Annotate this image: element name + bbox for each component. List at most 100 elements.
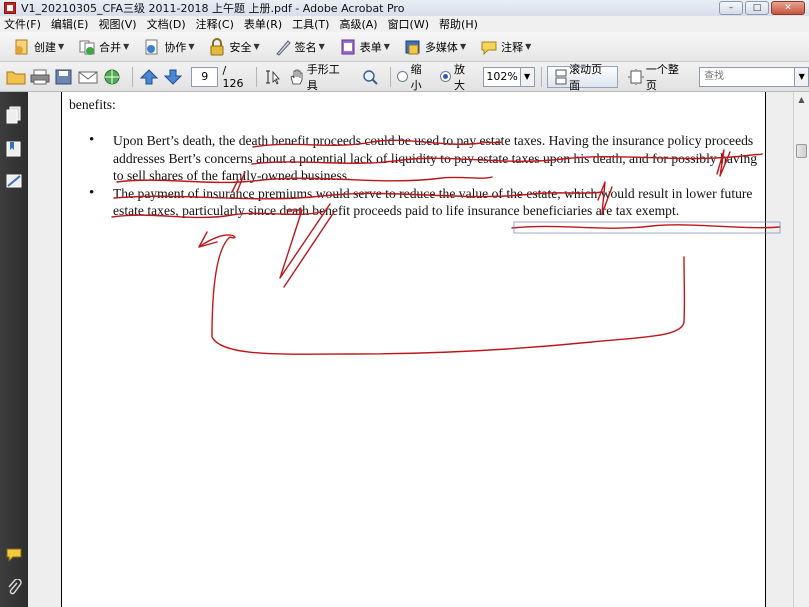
title-bar: V1_20210305_CFA三级 2011-2018 上午题 上册.pdf -… bbox=[0, 0, 809, 16]
chevron-down-icon: ▼ bbox=[318, 42, 325, 51]
left-page-gutter bbox=[28, 92, 62, 607]
close-button[interactable]: ✕ bbox=[771, 1, 805, 15]
collaborate-icon bbox=[143, 38, 161, 56]
multimedia-button[interactable]: 多媒体 ▼ bbox=[399, 35, 471, 59]
acrobat-app-icon bbox=[4, 2, 16, 14]
collaborate-button[interactable]: 协作 ▼ bbox=[138, 35, 199, 59]
save-button[interactable] bbox=[54, 65, 74, 89]
zoom-tool-icon bbox=[360, 68, 380, 86]
open-button[interactable] bbox=[6, 65, 26, 89]
menu-forms[interactable]: 表单(R) bbox=[244, 16, 282, 32]
fit-page-icon bbox=[626, 68, 646, 86]
bullet-item: The payment of insurance premiums would … bbox=[84, 185, 760, 220]
page-number-input[interactable]: 9 bbox=[190, 66, 219, 87]
signatures-panel-icon[interactable] bbox=[6, 172, 22, 190]
globe-icon bbox=[102, 68, 122, 86]
email-button[interactable] bbox=[78, 65, 98, 89]
menu-tools[interactable]: 工具(T) bbox=[292, 16, 329, 32]
zoom-in-radio[interactable] bbox=[440, 71, 451, 82]
comment-icon bbox=[480, 38, 498, 56]
toolbar-separator bbox=[256, 66, 258, 87]
navigation-pane bbox=[0, 92, 28, 607]
security-button[interactable]: 安全 ▼ bbox=[203, 35, 264, 59]
multimedia-icon bbox=[404, 38, 422, 56]
toolbar-separator bbox=[540, 66, 542, 87]
navigation-toolbar: 9 / 126 手形工具 缩小 放大 102% ▼ 滚动页面 一个整页 查找 ▼ bbox=[0, 62, 809, 92]
menu-file[interactable]: 文件(F) bbox=[4, 16, 41, 32]
bullet-item: Upon Bert’s death, the death benefit pro… bbox=[84, 132, 760, 185]
chevron-down-icon: ▼ bbox=[525, 42, 532, 51]
search-input[interactable]: 查找 bbox=[699, 66, 796, 87]
floppy-disk-icon bbox=[54, 68, 74, 86]
vertical-scrollbar[interactable]: ▲ bbox=[793, 92, 809, 607]
combine-icon bbox=[78, 38, 96, 56]
combine-button[interactable]: 合并 ▼ bbox=[73, 35, 134, 59]
share-button[interactable] bbox=[102, 65, 122, 89]
print-button[interactable] bbox=[30, 65, 50, 89]
minimize-button[interactable]: – bbox=[719, 1, 743, 15]
zoom-out-radio[interactable] bbox=[396, 71, 408, 82]
chevron-down-icon: ▼ bbox=[188, 42, 195, 51]
bullet-list: Upon Bert’s death, the death benefit pro… bbox=[84, 132, 760, 220]
envelope-icon bbox=[78, 68, 98, 86]
chevron-down-icon: ▼ bbox=[123, 42, 130, 51]
menu-window[interactable]: 窗口(W) bbox=[388, 16, 429, 32]
zoom-dropdown-button[interactable]: ▼ bbox=[520, 66, 535, 87]
zoom-level-input[interactable]: 102% bbox=[483, 66, 521, 87]
paragraph-text: benefits: bbox=[69, 97, 116, 112]
toolbar-separator bbox=[132, 66, 133, 87]
hand-tool-button[interactable]: 手形工具 bbox=[287, 63, 350, 92]
document-page[interactable]: benefits: Upon Bert’s death, the death b… bbox=[62, 92, 765, 607]
create-icon bbox=[13, 38, 31, 56]
chevron-down-icon: ▼ bbox=[459, 42, 467, 51]
next-page-button[interactable] bbox=[163, 65, 183, 89]
menu-edit[interactable]: 编辑(E) bbox=[51, 16, 89, 32]
window-title: V1_20210305_CFA三级 2011-2018 上午题 上册.pdf -… bbox=[21, 2, 405, 15]
hand-icon bbox=[287, 68, 307, 86]
scrollbar-thumb[interactable] bbox=[796, 144, 807, 158]
zoom-in-option[interactable]: 放大 bbox=[440, 63, 475, 92]
select-tool-button[interactable] bbox=[263, 65, 283, 89]
single-page-button[interactable]: 一个整页 bbox=[626, 63, 689, 92]
pen-icon bbox=[274, 38, 292, 56]
lock-icon bbox=[208, 37, 226, 56]
form-icon bbox=[339, 38, 357, 56]
menu-bar: 文件(F) 编辑(E) 视图(V) 文档(D) 注释(C) 表单(R) 工具(T… bbox=[0, 16, 809, 32]
chevron-down-icon: ▼ bbox=[524, 71, 531, 81]
comments-panel-icon[interactable] bbox=[6, 546, 22, 564]
menu-help[interactable]: 帮助(H) bbox=[439, 16, 478, 32]
right-page-gutter bbox=[765, 92, 793, 607]
search-dropdown-button[interactable]: ▼ bbox=[795, 66, 809, 87]
folder-icon bbox=[6, 68, 26, 86]
chevron-down-icon: ▼ bbox=[383, 42, 390, 51]
printer-icon bbox=[30, 68, 50, 86]
window-controls: – □ ✕ bbox=[719, 1, 805, 15]
menu-advanced[interactable]: 高级(A) bbox=[339, 16, 377, 32]
bookmarks-panel-icon[interactable] bbox=[6, 140, 22, 158]
attachments-panel-icon[interactable] bbox=[6, 578, 22, 597]
arrow-up-icon bbox=[139, 68, 159, 86]
text-cursor-icon bbox=[263, 68, 283, 86]
sign-button[interactable]: 签名 ▼ bbox=[269, 35, 330, 59]
menu-document[interactable]: 文档(D) bbox=[147, 16, 186, 32]
page-total: / 126 bbox=[222, 63, 244, 90]
chevron-down-icon: ▼ bbox=[253, 42, 260, 51]
previous-page-button[interactable] bbox=[139, 65, 159, 89]
menu-view[interactable]: 视图(V) bbox=[98, 16, 136, 32]
pages-panel-icon[interactable] bbox=[6, 106, 22, 124]
arrow-down-icon bbox=[163, 68, 183, 86]
forms-button[interactable]: 表单 ▼ bbox=[334, 35, 395, 59]
menu-comments[interactable]: 注释(C) bbox=[196, 16, 234, 32]
zoom-out-option[interactable]: 缩小 bbox=[396, 63, 432, 92]
scroll-pages-icon bbox=[553, 68, 569, 86]
create-button[interactable]: 创建 ▼ bbox=[8, 35, 69, 59]
maximize-button[interactable]: □ bbox=[745, 1, 769, 15]
chevron-down-icon: ▼ bbox=[798, 71, 805, 81]
chevron-down-icon: ▼ bbox=[58, 42, 65, 51]
marquee-zoom-button[interactable] bbox=[360, 65, 380, 89]
tasks-toolbar: 创建 ▼ 合并 ▼ 协作 ▼ 安全 ▼ 签名 ▼ 表单 ▼ 多媒体 ▼ 注释 ▼ bbox=[0, 32, 809, 62]
scroll-page-button[interactable]: 滚动页面 bbox=[547, 63, 619, 92]
scroll-up-icon[interactable]: ▲ bbox=[794, 92, 809, 107]
comment-button[interactable]: 注释 ▼ bbox=[475, 35, 536, 59]
toolbar-separator bbox=[389, 66, 391, 87]
